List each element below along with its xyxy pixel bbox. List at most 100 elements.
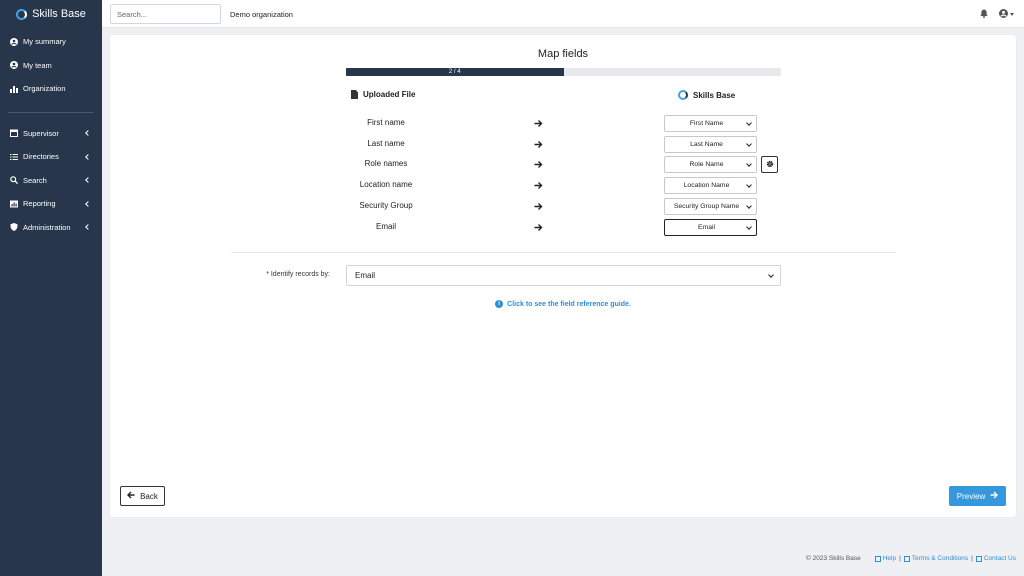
file-icon	[351, 90, 358, 99]
team-icon	[9, 61, 18, 70]
sidebar-item-label: Search	[23, 175, 47, 185]
list-icon	[9, 152, 18, 161]
source-field-label: Email	[375, 222, 396, 231]
arrow-right-icon	[534, 160, 543, 169]
sidebar-item-label: Directories	[23, 152, 59, 162]
select-value: Location Name	[683, 182, 730, 189]
footer-separator: |	[971, 555, 973, 562]
identify-records-select[interactable]: Email	[346, 265, 781, 286]
select-value: Role Name	[689, 161, 724, 168]
field-reference-link[interactable]: i Click to see the field reference guide…	[110, 300, 1016, 308]
search-input[interactable]	[110, 4, 221, 24]
chevron-left-icon	[85, 224, 91, 231]
back-label: Back	[140, 491, 158, 501]
chevron-down-icon	[768, 272, 774, 278]
gear-icon	[766, 160, 774, 170]
arrow-left-icon	[127, 491, 135, 501]
target-field-select[interactable]: Email	[664, 219, 757, 236]
search-icon	[9, 176, 18, 185]
select-value: Email	[698, 224, 715, 231]
terms-label: Terms & Conditions	[911, 555, 969, 562]
target-field-select[interactable]: Location Name	[664, 177, 757, 194]
external-link-icon	[874, 555, 881, 562]
target-field-select[interactable]: Role Name	[664, 156, 757, 173]
identify-records-label: * Identify records by:	[266, 271, 330, 278]
arrow-right-icon	[534, 223, 543, 232]
arrow-right-icon	[990, 491, 999, 501]
topbar: Demo organization	[102, 0, 1024, 28]
sidebar-item-label: Reporting	[23, 199, 56, 209]
select-value: Last Name	[690, 141, 723, 148]
mapping-row: Security Group Security Group Name	[110, 198, 1016, 216]
sidebar-item-my-team[interactable]: My team	[0, 54, 102, 78]
uploaded-file-header: Uploaded File	[351, 90, 415, 99]
source-field-label: Security Group	[359, 201, 413, 210]
select-value: First Name	[689, 120, 724, 127]
sidebar-item-label: Administration	[23, 222, 71, 232]
chevron-left-icon	[85, 153, 91, 160]
mapping-row: Role names Role Name	[110, 156, 1016, 174]
chevron-left-icon	[85, 200, 91, 207]
source-field-label: Location name	[359, 180, 413, 189]
uploaded-file-title: Uploaded File	[363, 90, 416, 99]
help-link[interactable]: Help	[874, 555, 897, 562]
sidebar-item-administration[interactable]: Administration	[0, 216, 102, 240]
user-menu-icon[interactable]	[999, 9, 1008, 18]
chevron-down-icon	[746, 182, 752, 188]
mapping-row: First name First Name	[110, 115, 1016, 133]
mapping-row: Email Email	[110, 219, 1016, 237]
arrow-right-icon	[534, 140, 543, 149]
target-field-select[interactable]: Security Group Name	[664, 198, 757, 215]
select-value: Security Group Name	[673, 203, 740, 210]
target-field-select[interactable]: First Name	[664, 115, 757, 132]
source-field-label: First name	[367, 118, 405, 127]
sidebar-item-search[interactable]: Search	[0, 169, 102, 193]
help-label: Help	[882, 555, 897, 562]
sidebar-item-label: Supervisor	[23, 128, 59, 138]
info-icon: i	[495, 300, 504, 308]
sidebar-item-reporting[interactable]: Reporting	[0, 192, 102, 216]
external-link-icon	[903, 555, 910, 562]
mapping-row: Last name Last Name	[110, 136, 1016, 154]
shield-icon	[9, 223, 18, 232]
sidebar: Skills Base My summary My team Organizat…	[0, 0, 102, 576]
sidebar-item-label: Organization	[23, 84, 66, 94]
chevron-down-icon	[746, 141, 752, 147]
sidebar-item-supervisor[interactable]: Supervisor	[0, 122, 102, 146]
terms-link[interactable]: Terms & Conditions	[903, 555, 969, 562]
arrow-right-icon	[534, 119, 543, 128]
back-button[interactable]: Back	[120, 486, 165, 506]
section-divider	[231, 252, 896, 253]
calendar-icon	[9, 129, 18, 138]
role-settings-button[interactable]	[761, 156, 778, 173]
mapping-row: Location name Location Name	[110, 177, 1016, 195]
source-field-label: Last name	[367, 139, 405, 148]
sidebar-item-directories[interactable]: Directories	[0, 145, 102, 169]
preview-button[interactable]: Preview	[949, 486, 1006, 506]
step-progress-bar: 2 / 4	[346, 68, 781, 76]
sidebar-item-organization[interactable]: Organization	[0, 77, 102, 101]
caret-down-icon[interactable]	[1010, 13, 1014, 16]
bell-icon[interactable]	[980, 9, 988, 18]
brand-name: Skills Base	[32, 8, 86, 20]
select-value: Email	[355, 271, 376, 280]
page-title: Map fields	[537, 48, 589, 60]
copyright-text: © 2023 Skills Base	[806, 555, 861, 562]
report-icon	[9, 199, 18, 208]
sidebar-divider	[8, 111, 94, 113]
contact-link[interactable]: Contact Us	[975, 555, 1016, 562]
arrow-right-icon	[534, 181, 543, 190]
chevron-down-icon	[746, 161, 752, 167]
footer: © 2023 Skills Base Help | Terms & Condit…	[806, 555, 1016, 562]
source-field-label: Role names	[364, 159, 408, 168]
user-circle-icon	[9, 37, 18, 46]
sidebar-item-label: My team	[23, 60, 52, 70]
sidebar-item-my-summary[interactable]: My summary	[0, 30, 102, 54]
field-reference-text: Click to see the field reference guide.	[507, 300, 631, 308]
target-field-select[interactable]: Last Name	[664, 136, 757, 153]
brand-logo[interactable]: Skills Base	[0, 0, 102, 28]
organization-name[interactable]: Demo organization	[230, 10, 293, 19]
chevron-down-icon	[746, 120, 752, 126]
contact-label: Contact Us	[983, 555, 1016, 562]
external-link-icon	[975, 555, 982, 562]
